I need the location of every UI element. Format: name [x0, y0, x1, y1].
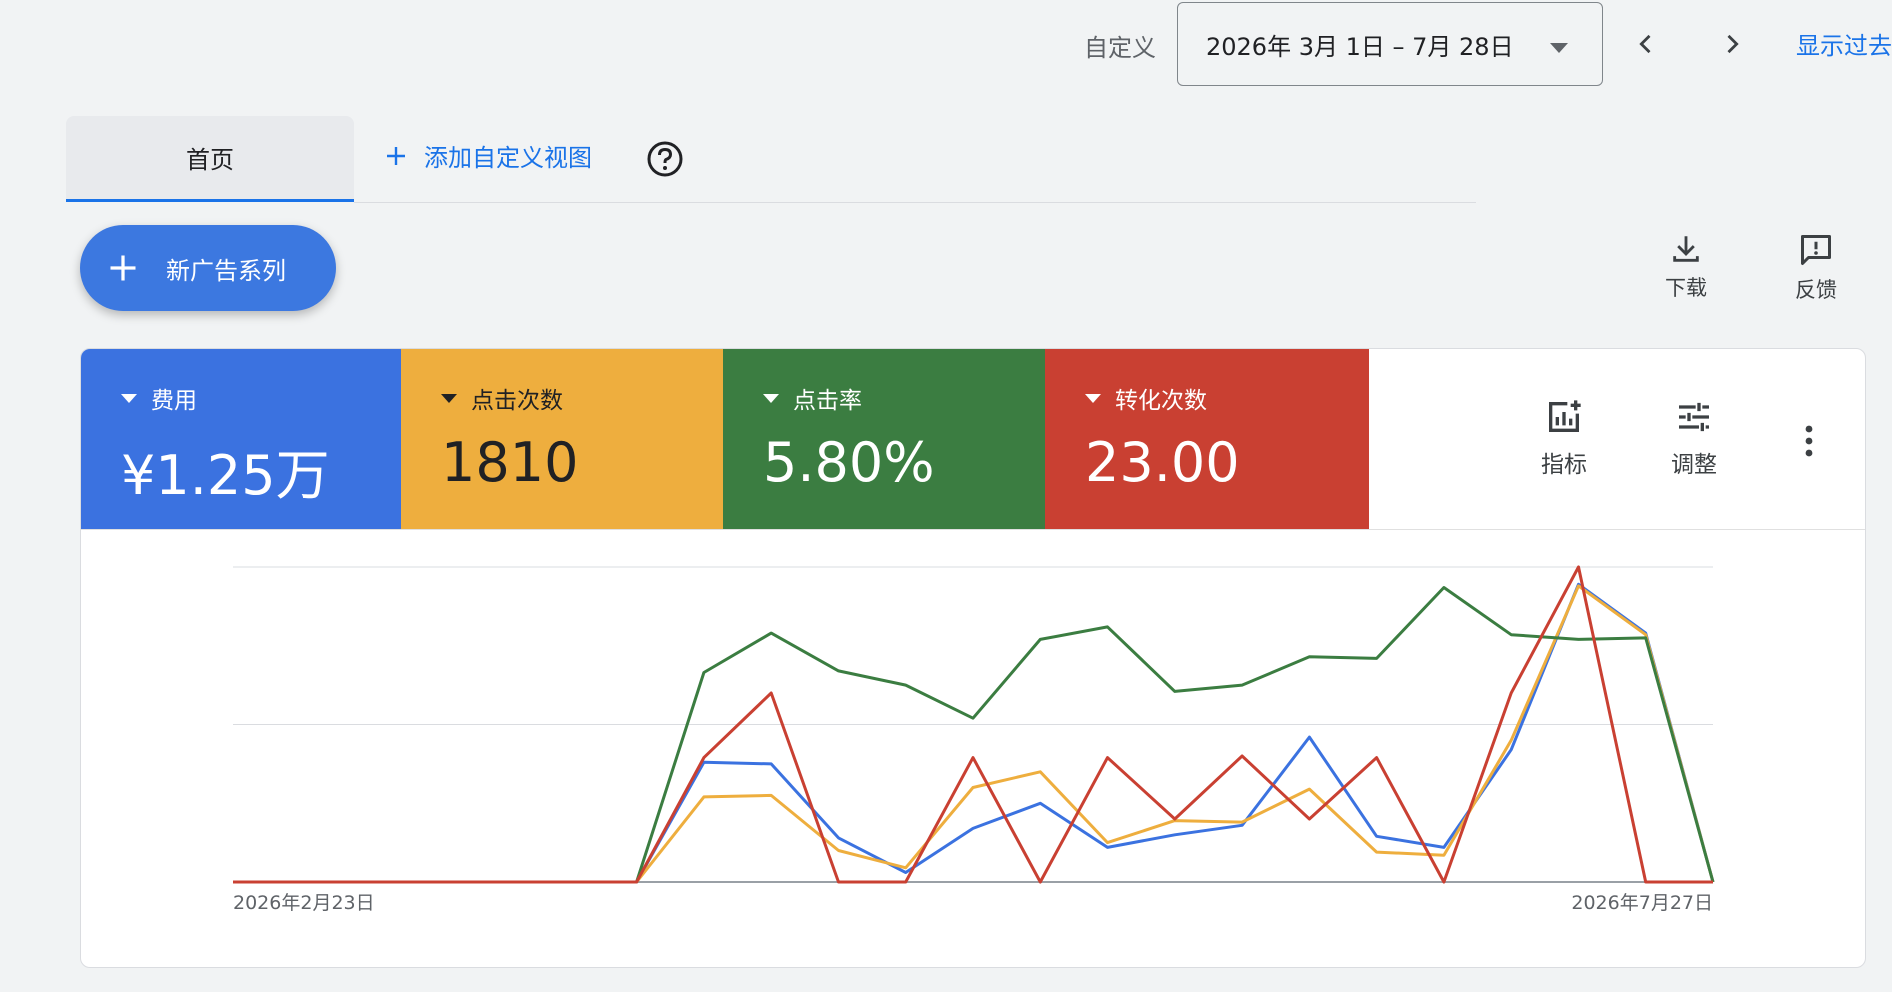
new-campaign-label: 新广告系列 [166, 256, 286, 285]
chevron-left-icon [1639, 34, 1651, 54]
series-line-2 [233, 586, 1715, 884]
plus-icon [110, 255, 136, 281]
feedback-icon [1801, 235, 1831, 265]
date-range-label: 自定义 [1084, 34, 1156, 62]
performance-card: 费用 ¥1.25万 点击次数 1810 点击率 5.80% 转化次数 23.00… [80, 348, 1866, 968]
performance-chart: 2026年2月23日 2026年7月27日 [233, 565, 1715, 914]
tab-home[interactable]: 首页 [66, 116, 354, 202]
show-past-link[interactable]: 显示过去 [1796, 26, 1892, 61]
download-label: 下载 [1665, 276, 1707, 300]
dropdown-caret-icon [1550, 43, 1568, 53]
x-axis-end-label: 2026年7月27日 [1571, 892, 1713, 914]
series-line-0 [233, 582, 1715, 884]
tab-divider [354, 202, 1476, 203]
plus-icon [387, 146, 405, 165]
series-line-1 [233, 584, 1715, 884]
download-icon [1673, 236, 1699, 262]
date-range-value: 2026年 3月 1日 – 7月 28日 [1206, 32, 1514, 61]
new-campaign-button[interactable]: 新广告系列 [80, 225, 336, 311]
previous-period-button[interactable] [1624, 22, 1668, 66]
download-button[interactable]: 下载 [1665, 232, 1707, 302]
next-period-button[interactable] [1710, 22, 1754, 66]
help-icon[interactable] [645, 139, 685, 179]
feedback-button[interactable]: 反馈 [1795, 232, 1837, 304]
add-custom-view-button[interactable]: 添加自定义视图 [384, 138, 592, 173]
date-range-select[interactable]: 2026年 3月 1日 – 7月 28日 [1177, 2, 1603, 86]
feedback-label: 反馈 [1795, 278, 1837, 302]
x-axis-start-label: 2026年2月23日 [233, 892, 375, 914]
chevron-right-icon [1727, 34, 1739, 54]
add-custom-view-label: 添加自定义视图 [424, 144, 592, 172]
